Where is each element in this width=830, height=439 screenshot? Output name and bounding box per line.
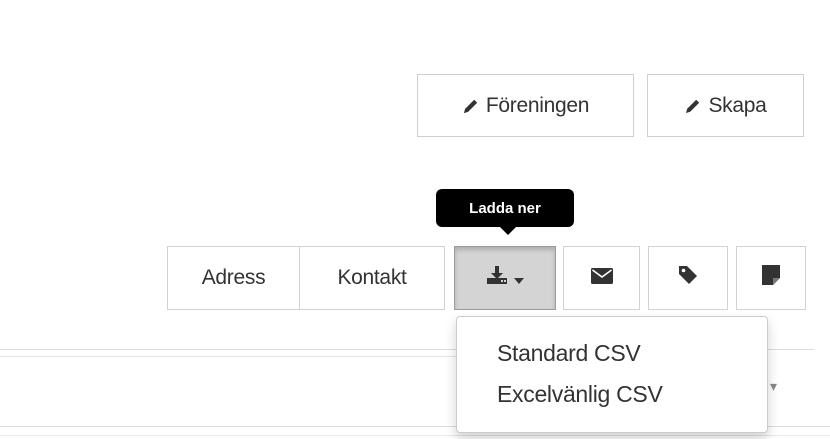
panel-border-top-right <box>766 349 814 350</box>
caret-down-icon <box>514 266 524 290</box>
download-dropdown-menu: Standard CSV Excelvänlig CSV <box>456 316 768 433</box>
download-tooltip: Ladda ner <box>436 189 574 227</box>
kontakt-label: Kontakt <box>337 266 407 289</box>
menu-item-standard-csv[interactable]: Standard CSV <box>457 333 767 374</box>
note-button[interactable] <box>736 246 806 310</box>
tag-button[interactable] <box>648 246 728 310</box>
tag-icon <box>678 265 698 291</box>
pencil-icon <box>684 97 702 115</box>
pencil-icon <box>462 97 480 115</box>
tooltip-arrow <box>500 227 516 235</box>
foreningen-label: Föreningen <box>485 93 590 117</box>
foreningen-button[interactable]: Föreningen <box>417 74 634 137</box>
download-icon <box>486 265 508 291</box>
download-dropdown-button[interactable] <box>454 246 556 310</box>
envelope-icon <box>590 266 613 290</box>
skapa-button[interactable]: Skapa <box>647 74 804 137</box>
adress-label: Adress <box>201 266 266 289</box>
kontakt-button[interactable]: Kontakt <box>299 246 445 310</box>
download-tooltip-text: Ladda ner <box>469 199 541 217</box>
panel-divider-2 <box>0 435 830 436</box>
adress-button[interactable]: Adress <box>167 246 300 310</box>
note-icon <box>762 265 780 291</box>
panel-border-top <box>0 349 460 350</box>
email-button[interactable] <box>563 246 640 310</box>
skapa-label: Skapa <box>708 93 767 117</box>
menu-item-excel-csv[interactable]: Excelvänlig CSV <box>457 374 767 415</box>
panel-border-inner <box>0 356 456 357</box>
panel-caret-icon: ▾ <box>770 378 778 394</box>
